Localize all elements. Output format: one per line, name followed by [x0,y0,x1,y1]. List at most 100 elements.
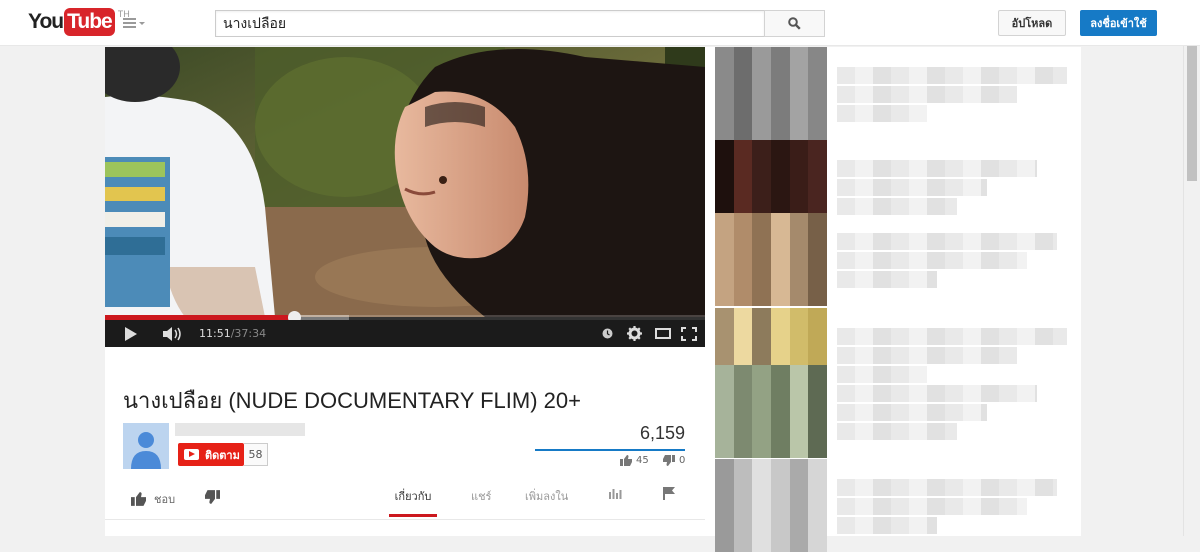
scrollbar-thumb[interactable] [1187,46,1197,181]
video-still-image [105,47,705,317]
thumbnail-pixel [715,420,734,439]
channel-avatar[interactable] [123,423,169,469]
related-video-text[interactable] [837,160,1037,177]
related-video-text[interactable] [837,498,1027,515]
related-video-text[interactable] [837,328,1067,345]
thumbnail-pixel [752,439,771,458]
thumbnail-pixel [733,345,753,364]
related-video-thumbnail[interactable] [715,213,827,306]
thumbnail-pixel [715,121,734,140]
thumbnail-pixel [752,459,771,478]
related-video-text[interactable] [837,517,937,534]
settings-button[interactable] [626,320,642,347]
thumbnail-pixel [789,383,809,402]
thumbnail-pixel [770,47,790,66]
thumbnail-pixel [715,213,734,232]
related-video-text[interactable] [837,105,927,122]
thumbnail-pixel [770,65,790,84]
fullscreen-button[interactable] [680,320,698,347]
youtube-logo[interactable]: You Tube TH [28,8,130,36]
thumbnail-pixel [789,477,809,496]
guide-menu-button[interactable] [123,14,147,32]
upload-button[interactable]: อัปโหลด [998,10,1066,36]
thumbnail-pixel [808,250,827,269]
dislike-count-button[interactable]: 0 [663,455,685,466]
watch-later-button[interactable] [601,320,613,347]
like-count-button[interactable]: 45 [620,455,649,466]
related-video-text[interactable] [837,423,957,440]
tab-add-to[interactable]: เพิ่มลงใน [525,487,568,517]
thumbnail-pixel [752,158,771,177]
channel-name[interactable] [175,423,305,436]
thumbnail-pixel [770,459,790,478]
thumbnail-pixel [789,102,809,121]
thumbnail-pixel [789,231,809,250]
related-video-thumbnail[interactable] [715,459,827,552]
thumbs-up-icon [620,455,632,466]
thumbnail-pixel [715,345,734,364]
related-video-text[interactable] [837,67,1067,84]
thumbnail-pixel [789,268,809,287]
thumbnail-pixel [808,102,827,121]
thumbnail-pixel [770,231,790,250]
search-input[interactable] [215,10,765,37]
subscribe-label: ติดตาม [205,448,240,462]
signin-button[interactable]: ลงชื่อเข้าใช้ [1080,10,1157,36]
sentiment-bar [535,449,685,451]
video-title: นางเปลือย (NUDE DOCUMENTARY FLIM) 20+ [123,388,581,413]
tab-stats[interactable] [608,487,622,517]
thumbnail-pixel [808,514,827,533]
flag-icon [663,487,675,500]
related-video-text[interactable] [837,347,1017,364]
thumbnail-pixel [733,477,753,496]
thumbnail-pixel [770,102,790,121]
stats-icon [609,489,622,499]
thumbnail-pixel [752,308,771,327]
video-player[interactable]: 11:51 / 37:34 [105,47,705,347]
thumbnail-pixel [715,477,734,496]
video-frame[interactable] [105,47,705,317]
related-video-text[interactable] [837,198,957,215]
tab-report[interactable] [663,487,675,517]
thumbnail-pixel [770,121,790,140]
related-video-thumbnail[interactable] [715,365,827,458]
related-video-text[interactable] [837,179,987,196]
thumbnail-pixel [770,84,790,103]
volume-button[interactable] [161,320,185,347]
thumbnail-pixel [752,47,771,66]
tab-share[interactable]: แชร์ [471,487,491,517]
theater-mode-button[interactable] [654,320,672,347]
related-video-text[interactable] [837,233,1057,250]
thumbnail-pixel [733,102,753,121]
thumbnail-pixel [715,326,734,345]
thumbnail-pixel [808,231,827,250]
related-video-thumbnail[interactable] [715,47,827,140]
tab-about[interactable]: เกี่ยวกับ [389,487,437,517]
related-video-text[interactable] [837,271,937,288]
related-video-text[interactable] [837,86,1017,103]
thumbnail-pixel [733,195,753,214]
related-video-text[interactable] [837,366,927,383]
play-button[interactable] [121,320,141,347]
search-button[interactable] [764,10,825,37]
related-video-text[interactable] [837,404,987,421]
thumbnail-pixel [789,47,809,66]
thumbs-up-icon [131,492,146,506]
thumbnail-pixel [808,459,827,478]
thumbnail-pixel [789,121,809,140]
page-scrollbar[interactable] [1183,46,1200,536]
thumbnail-pixel [752,345,771,364]
theater-icon [655,328,671,339]
thumbnail-pixel [789,459,809,478]
logo-tube: Tube [64,8,115,36]
subscribe-button[interactable]: ติดตาม [178,443,244,466]
thumbnail-pixel [752,496,771,515]
thumbs-down-icon [663,455,675,466]
dislike-button[interactable] [205,489,220,508]
thumbnail-pixel [752,121,771,140]
like-button[interactable]: ชอบ [131,490,175,508]
time-current: 11:51 [199,327,231,340]
related-video-text[interactable] [837,252,1027,269]
related-video-text[interactable] [837,479,1057,496]
related-video-text[interactable] [837,385,1037,402]
